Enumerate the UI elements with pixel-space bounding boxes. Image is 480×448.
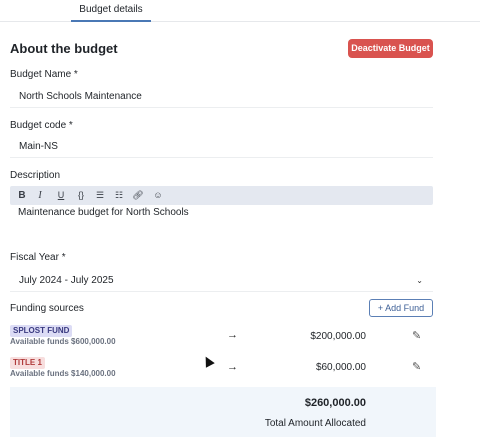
fund-amount: $60,000.00	[315, 362, 366, 373]
bold-icon[interactable]: B	[14, 186, 30, 205]
description-label: Description	[10, 170, 61, 181]
tab-bar: Budget details	[0, 0, 480, 22]
fiscal-year-value: July 2024 - July 2025	[19, 275, 114, 286]
total-amount: $260,000.00	[304, 397, 366, 409]
editor-toolbar: B I U {} ☰ ☷ 🔗︎ ☺	[10, 186, 433, 205]
budget-code-label: Budget code *	[10, 120, 73, 131]
numbered-list-icon[interactable]: ☷	[111, 186, 127, 205]
emoji-icon[interactable]: ☺	[150, 186, 166, 205]
italic-icon[interactable]: I	[32, 186, 48, 205]
fund-name-badge: SPLOST FUND	[10, 325, 73, 337]
fund-available: Available funds $140,000.00	[10, 369, 116, 378]
mouse-cursor-icon	[201, 354, 215, 368]
funding-sources-label: Funding sources	[10, 303, 84, 314]
code-icon[interactable]: {}	[73, 186, 89, 205]
description-editor[interactable]: Maintenance budget for North Schools	[18, 207, 428, 239]
deactivate-budget-button[interactable]: Deactivate Budget	[348, 39, 433, 58]
add-fund-button[interactable]: + Add Fund	[369, 299, 433, 317]
tab-budget-details[interactable]: Budget details	[71, 0, 151, 22]
budget-code-field[interactable]: Main-NS	[10, 136, 433, 158]
total-summary: $260,000.00 Total Amount Allocated	[10, 387, 436, 437]
pencil-icon[interactable]: ✎	[412, 329, 421, 342]
fund-amount: $200,000.00	[310, 331, 366, 342]
fiscal-year-select[interactable]: July 2024 - July 2025 ⌄	[10, 270, 433, 292]
budget-name-label: Budget Name *	[10, 69, 78, 80]
bullet-list-icon[interactable]: ☰	[92, 186, 108, 205]
fund-available: Available funds $600,000.00	[10, 337, 116, 346]
pencil-icon[interactable]: ✎	[412, 360, 421, 373]
fund-name-badge: TITLE 1	[10, 357, 45, 369]
total-label: Total Amount Allocated	[264, 418, 366, 429]
budget-name-field[interactable]: North Schools Maintenance	[10, 86, 433, 108]
arrow-right-icon: →	[227, 361, 238, 373]
chevron-down-icon: ⌄	[416, 276, 423, 285]
arrow-right-icon: →	[227, 329, 238, 341]
section-title: About the budget	[10, 41, 118, 56]
underline-icon[interactable]: U	[53, 186, 69, 205]
link-icon[interactable]: 🔗︎	[130, 186, 146, 205]
fiscal-year-label: Fiscal Year *	[10, 252, 66, 263]
